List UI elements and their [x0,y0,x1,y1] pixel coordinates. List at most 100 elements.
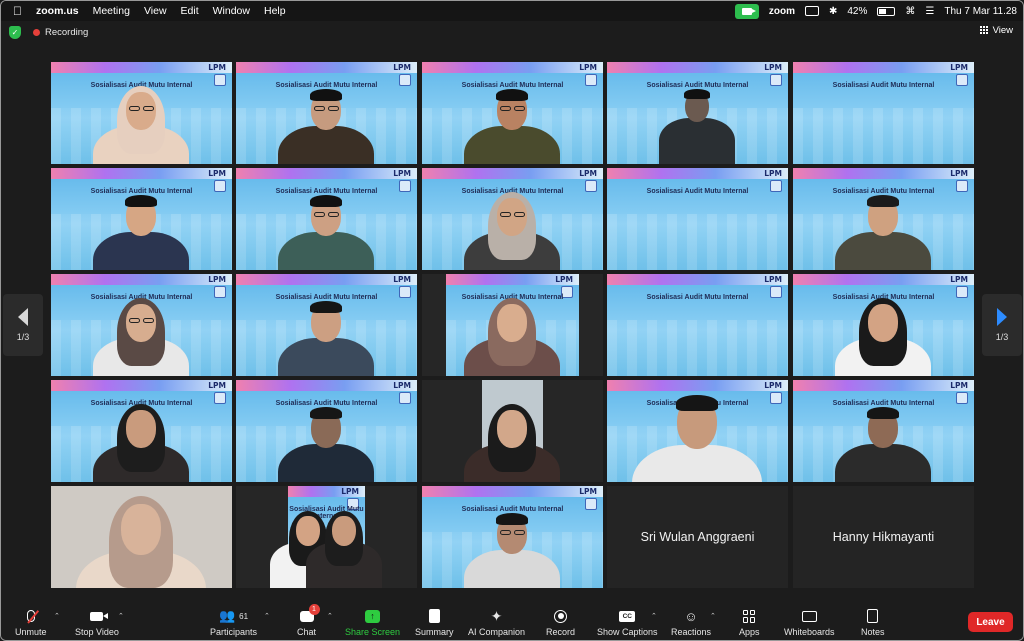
video-tile[interactable]: LPMSosialisasi Audit Mutu Internal [607,380,788,482]
ai-companion-label: AI Companion [468,627,526,637]
arrow-right-icon [997,308,1007,326]
participant-video [51,274,232,376]
video-tile[interactable]: LPMSosialisasi Audit Mutu Internal [422,62,603,164]
view-button[interactable]: View [979,25,1013,36]
chat-button[interactable]: 1 Chat [297,604,320,637]
ai-companion-button[interactable]: ✦ AI Companion [468,607,526,638]
participant-video [236,486,417,588]
participant-video [793,274,974,376]
battery-icon[interactable] [877,6,896,16]
bluetooth-icon[interactable]: ✱ [829,6,837,17]
participants-label: Participants [210,627,258,637]
video-tile[interactable]: LPMSosialisasi Audit Mutu Internal [422,486,603,588]
slide-title: Sosialisasi Audit Mutu Internal [832,82,935,89]
captions-cc-icon: CC [619,610,636,622]
meeting-status-bar: ✓ Recording View [1,21,1023,43]
page-indicator-left: 1/3 [16,332,30,342]
leave-button[interactable]: Leave [968,612,1013,632]
video-tile[interactable]: LPMSosialisasi Audit Mutu Internal [51,274,232,376]
video-tile[interactable]: LPMSosialisasi Audit Mutu Internal [51,380,232,482]
notes-button[interactable]: Notes [861,607,885,637]
video-tile[interactable]: LPMSosialisasi Audit Mutu Internal [793,274,974,376]
video-tile[interactable]: LPMSosialisasi Audit Mutu Internal [607,274,788,376]
video-tile[interactable]: LPMSosialisasi Audit Mutu Internal [793,168,974,270]
captions-caret-icon[interactable]: ⌃ [651,612,657,620]
active-speaker-tile[interactable]: LPMSosialisasi Audit Mutu Internal [51,62,232,164]
grid-icon [979,26,989,35]
video-tile[interactable]: LPMSosialisasi Audit Mutu Internal [607,168,788,270]
chat-badge: 1 [308,604,320,615]
record-label: Record [546,627,576,637]
unmute-button[interactable]: Unmute [15,607,47,637]
camera-off-tile[interactable]: Hanny Hikmayanti [793,486,974,588]
summary-label: Summary [415,627,454,637]
video-tile[interactable]: LPMSosialisasi Audit Mutu Internal [793,62,974,164]
zoom-window:  zoom.us Meeting View Edit Window Help … [0,0,1024,641]
control-center-icon[interactable]: ☰ [925,6,934,17]
participants-icon: 👥 [218,608,236,623]
show-captions-button[interactable]: CC Show Captions [597,607,658,637]
audio-options-caret-icon[interactable]: ⌃ [54,612,60,620]
battery-percent: 42% [847,5,868,17]
slide-background: LPM Sosialisasi Audit Mutu Internal [793,62,974,164]
participant-video [422,168,603,270]
participant-video [51,168,232,270]
video-tile[interactable] [51,486,232,588]
meeting-toolbar: Unmute ⌃ Stop Video ⌃ 👥 61 Participants ⌃… [1,603,1023,640]
menu-edit[interactable]: Edit [181,5,199,17]
page-indicator-right: 1/3 [995,332,1009,342]
camera-off-tile[interactable]: Sri Wulan Anggraeni [607,486,788,588]
zoom-camera-icon[interactable] [734,3,759,19]
summary-button[interactable]: Summary [415,607,454,637]
participants-caret-icon[interactable]: ⌃ [264,612,270,620]
menu-app-name[interactable]: zoom.us [36,5,79,17]
display-icon[interactable] [804,6,819,16]
video-tile[interactable]: LPMSosialisasi Audit Mutu Internal [793,380,974,482]
apple-icon[interactable]:  [13,4,22,18]
participant-video [607,62,788,164]
reactions-caret-icon[interactable]: ⌃ [710,612,716,620]
next-page-button[interactable]: 1/3 [982,294,1022,356]
participants-button[interactable]: 👥 61 Participants [210,607,257,637]
apps-button[interactable]: Apps [739,607,760,637]
stop-video-button[interactable]: Stop Video [75,607,119,637]
menu-window[interactable]: Window [213,5,250,17]
wifi-icon[interactable]: ⌘ [905,6,915,17]
recording-label[interactable]: Recording [45,27,88,38]
video-tile[interactable]: LPMSosialisasi Audit Mutu Internal [236,168,417,270]
video-camera-icon [90,611,109,621]
clock[interactable]: Thu 7 Mar 11.28 [944,6,1017,17]
zoom-menu-label[interactable]: zoom [769,6,795,17]
chat-caret-icon[interactable]: ⌃ [327,612,333,620]
record-button[interactable]: Record [546,607,575,637]
participant-video [422,62,603,164]
video-options-caret-icon[interactable]: ⌃ [118,612,124,620]
video-tile[interactable]: LPMSosialisasi Audit Mutu Internal [236,62,417,164]
video-tile[interactable]: LPMSosialisasi Audit Mutu Internal [422,168,603,270]
building-backdrop [607,319,788,376]
reactions-button[interactable]: ☺ Reactions [671,607,711,638]
video-tile[interactable]: LPMSosialisasi Audit Mutu Internal [236,486,417,588]
share-screen-icon: ↑ [365,609,381,623]
video-tile[interactable] [422,380,603,482]
share-screen-button[interactable]: ↑ Share Screen [345,607,400,637]
sparkle-icon: ✦ [490,607,503,624]
menu-help[interactable]: Help [264,5,286,17]
video-tile[interactable]: LPMSosialisasi Audit Mutu Internal [236,274,417,376]
apps-grid-icon [742,609,756,623]
participant-name: Hanny Hikmayanti [832,530,935,544]
encryption-shield-icon[interactable]: ✓ [9,25,21,39]
whiteboards-button[interactable]: Whiteboards [784,607,835,637]
menu-meeting[interactable]: Meeting [93,5,130,17]
muted-mic-icon [26,610,39,624]
video-tile[interactable]: LPMSosialisasi Audit Mutu Internal [422,274,603,376]
prev-page-button[interactable]: 1/3 [3,294,43,356]
participant-video [793,168,974,270]
view-label: View [992,25,1013,36]
video-tile[interactable]: LPMSosialisasi Audit Mutu Internal [51,168,232,270]
video-tile[interactable]: LPMSosialisasi Audit Mutu Internal [236,380,417,482]
share-screen-label: Share Screen [345,627,401,637]
menu-view[interactable]: View [144,5,167,17]
participants-count: 61 [239,611,249,621]
video-tile[interactable]: LPMSosialisasi Audit Mutu Internal [607,62,788,164]
